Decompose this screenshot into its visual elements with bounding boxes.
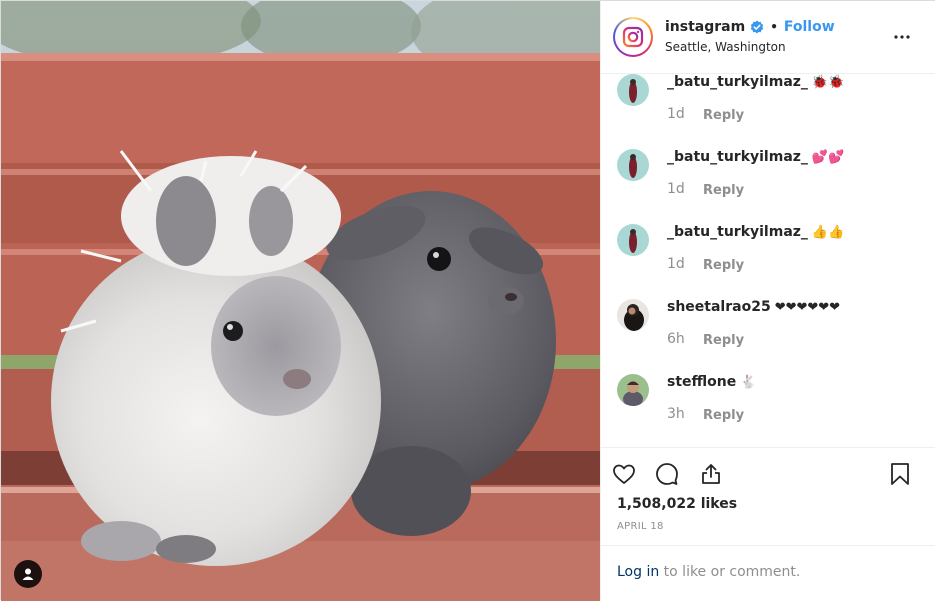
login-prompt-text: Log in to like or comment. [617, 564, 800, 580]
comment-username[interactable]: _batu_turkyilmaz_ [667, 149, 808, 165]
share-icon [702, 464, 720, 484]
comment-item: _batu_turkyilmaz_ 👍👍 1d Reply [617, 224, 927, 299]
reply-button[interactable]: Reply [703, 258, 744, 273]
comment-avatar[interactable] [617, 149, 649, 181]
comment-avatar[interactable] [617, 224, 649, 256]
comment-text: 🐇 [740, 375, 757, 390]
post-actions: 1,508,022 likes APRIL 18 [601, 447, 935, 545]
comment-avatar[interactable] [617, 299, 649, 331]
user-avatar-image [617, 299, 649, 331]
comments-list[interactable]: _batu_turkyilmaz_ 🐞🐞 1d Reply _batu_turky… [601, 74, 935, 447]
save-button[interactable] [887, 461, 913, 487]
comment-time[interactable]: 1d [667, 106, 685, 122]
comment-text: 🐞🐞 [811, 75, 845, 90]
share-button[interactable] [698, 461, 724, 487]
follow-button[interactable]: Follow [784, 19, 835, 35]
verified-badge-icon [751, 20, 764, 34]
reply-button[interactable]: Reply [703, 408, 744, 423]
reply-button[interactable]: Reply [703, 333, 744, 348]
comment-username[interactable]: _batu_turkyilmaz_ [667, 224, 808, 240]
user-avatar-image [617, 224, 649, 256]
heart-icon [613, 464, 635, 484]
user-avatar-image [617, 149, 649, 181]
comment-username[interactable]: stefflone [667, 374, 736, 390]
reply-button[interactable]: Reply [703, 108, 744, 123]
bunnies-photo [1, 1, 600, 601]
more-options-icon [894, 35, 910, 39]
login-link[interactable]: Log in [617, 564, 659, 580]
comment-button[interactable] [654, 461, 680, 487]
comment-item: stefflone 🐇 3h Reply [617, 374, 927, 447]
comment-text: ❤❤❤❤❤❤ [774, 300, 841, 315]
likes-count[interactable]: 1,508,022 likes [617, 496, 737, 512]
login-prompt: Log in to like or comment. [601, 545, 935, 601]
header-separator: • [770, 20, 778, 34]
bookmark-icon [891, 463, 909, 485]
user-tag-icon [22, 568, 34, 580]
comment-item: sheetalrao25 ❤❤❤❤❤❤ 6h Reply [617, 299, 927, 374]
comment-text: 💕💕 [811, 150, 845, 165]
comment-username[interactable]: _batu_turkyilmaz_ [667, 74, 808, 90]
comment-icon [656, 463, 678, 485]
comment-avatar[interactable] [617, 374, 649, 406]
post-photo[interactable] [1, 1, 600, 601]
login-prompt-rest: to like or comment. [659, 564, 801, 580]
post-sidebar: instagram • Follow Seattle, Washington _… [600, 1, 935, 601]
comment-time[interactable]: 1d [667, 181, 685, 197]
instagram-logo-icon [622, 26, 644, 48]
comment-item: _batu_turkyilmaz_ 🐞🐞 1d Reply [617, 74, 927, 149]
more-options-button[interactable] [892, 27, 912, 47]
instagram-post: instagram • Follow Seattle, Washington _… [0, 0, 935, 601]
comment-time[interactable]: 6h [667, 331, 685, 347]
post-date[interactable]: APRIL 18 [617, 521, 664, 532]
like-button[interactable] [611, 461, 637, 487]
user-tag-button[interactable] [14, 560, 42, 588]
post-location[interactable]: Seattle, Washington [665, 40, 786, 54]
user-avatar-image [617, 374, 649, 406]
comment-username[interactable]: sheetalrao25 [667, 299, 771, 315]
account-username[interactable]: instagram [665, 19, 745, 35]
comment-time[interactable]: 3h [667, 406, 685, 422]
post-header: instagram • Follow Seattle, Washington [601, 1, 935, 74]
comment-avatar[interactable] [617, 74, 649, 106]
account-avatar[interactable] [613, 17, 653, 57]
comment-item: _batu_turkyilmaz_ 💕💕 1d Reply [617, 149, 927, 224]
reply-button[interactable]: Reply [703, 183, 744, 198]
user-avatar-image [617, 74, 649, 106]
comment-time[interactable]: 1d [667, 256, 685, 272]
comment-text: 👍👍 [811, 225, 845, 240]
